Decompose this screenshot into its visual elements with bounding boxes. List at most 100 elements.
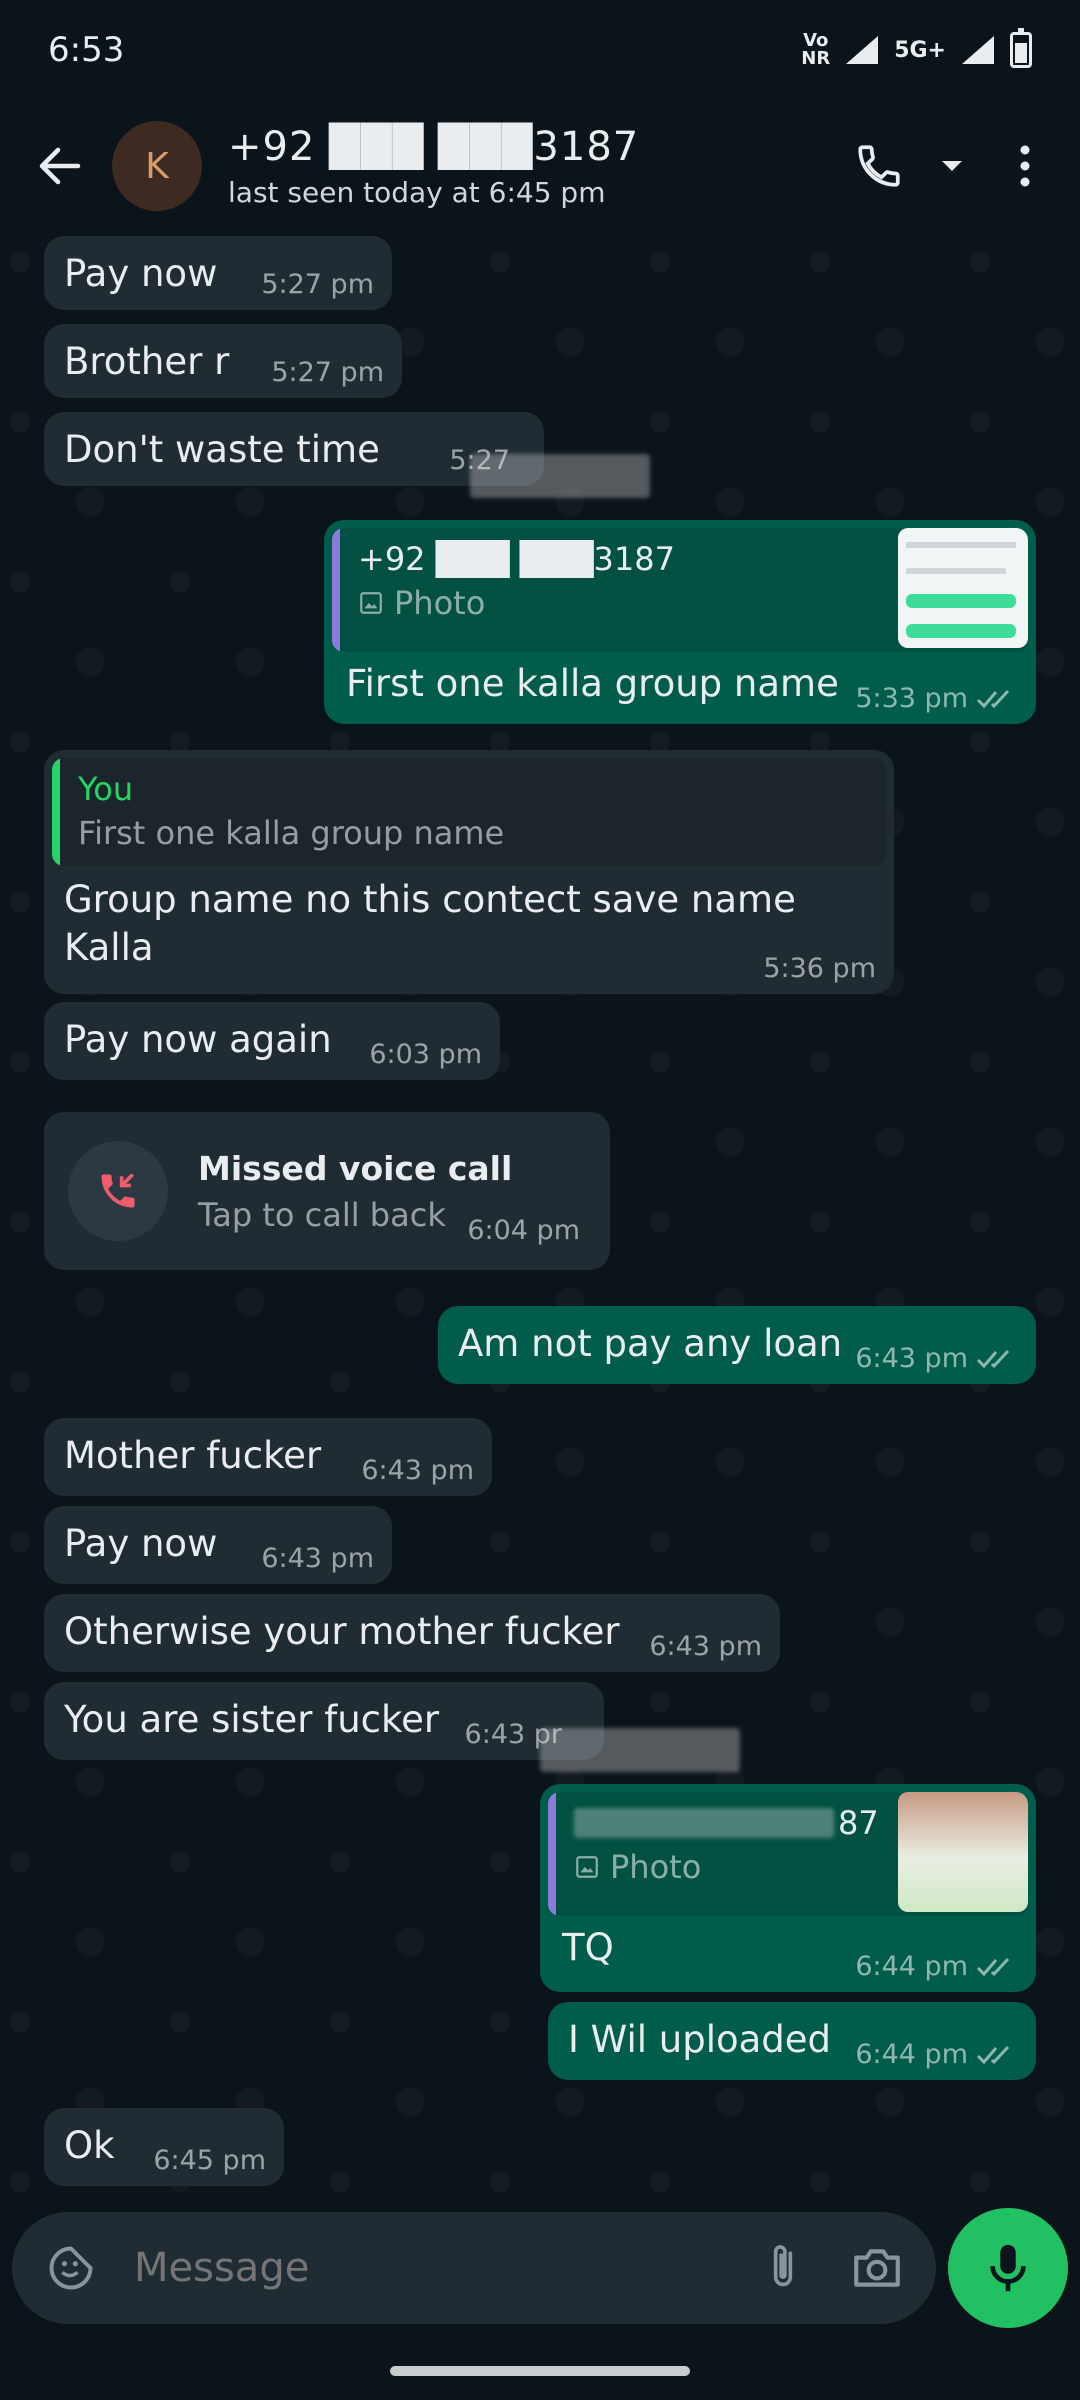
message-incoming[interactable]: Mother fucker 6:43 pm [44,1418,492,1496]
cellular-signal-icon [962,36,994,64]
message-text: Ok [64,2124,115,2167]
message-input-bar [12,2212,936,2324]
message-text: Pay now again [64,1018,332,1061]
redacted-overlay [540,1728,740,1772]
message-time: 6:43 pm [855,1343,1018,1374]
message-incoming[interactable]: Otherwise your mother fucker 6:43 pm [44,1594,780,1672]
quote-sender: 87 [838,1804,879,1842]
message-time-text: 5:33 pm [855,683,968,714]
message-text: Brother r [64,340,230,383]
message-text: I Wil uploaded [568,2018,832,2061]
message-incoming[interactable]: Don't waste time 5:27 [44,412,544,486]
message-incoming[interactable]: You First one kalla group name Group nam… [44,750,894,994]
quote-sender: +92 ███ ███3187 [358,540,675,578]
message-time: 5:36 pm [763,953,876,984]
voice-record-button[interactable] [948,2208,1068,2328]
double-check-icon [976,689,1010,708]
quote-type: Photo [610,1848,702,1886]
message-outgoing[interactable]: I Wil uploaded 6:44 pm [548,2002,1036,2080]
avatar[interactable]: K [112,121,202,211]
message-time-text: 6:44 pm [855,2039,968,2070]
reply-quote[interactable]: You First one kalla group name [52,758,886,866]
message-incoming[interactable]: Ok 6:45 pm [44,2108,284,2186]
message-body: Group name no this contect save name Kal… [52,866,886,982]
missed-call-subtitle: Tap to call back [198,1195,446,1234]
wifi-signal-icon [846,36,879,64]
message-time: 5:27 pm [271,357,384,388]
call-dropdown-button[interactable] [932,131,972,201]
thumb-highlight [906,594,1016,608]
missed-call-content: Missed voice call Tap to call back [44,1112,610,1270]
message-time: 6:43 pm [649,1631,762,1662]
message-text: Pay now [64,252,218,295]
mic-icon [990,2244,1026,2292]
missed-call-title: Missed voice call [198,1148,513,1188]
quote-body: 87 Photo [556,1792,898,1916]
status-bar: 6:53 Vo NR 5G+ [0,0,1080,100]
header-actions [844,131,1060,201]
message-time: 6:04 pm [467,1215,580,1246]
reply-quote[interactable]: 87 Photo [548,1792,1028,1916]
reply-quote[interactable]: +92 ███ ███3187 Photo [332,528,1028,652]
attach-button[interactable] [748,2233,818,2303]
attach-icon [773,2245,793,2287]
quote-bar [52,758,60,866]
message-time: 6:44 pm [855,1951,1018,1982]
message-input[interactable] [134,2245,748,2291]
quote-photo-label: Photo [358,584,880,622]
message-text: Pay now [64,1522,218,1565]
contact-info[interactable]: +92 ███ ███3187 last seen today at 6:45 … [228,124,844,209]
voice-call-button[interactable] [844,131,914,201]
missed-call-icon-wrap [68,1141,168,1241]
quote-text: First one kalla group name [78,814,505,852]
thumb-line [906,568,1006,574]
message-incoming[interactable]: Brother r 5:27 pm [44,324,402,398]
message-outgoing[interactable]: 87 Photo TQ 6:44 pm [540,1784,1036,1992]
message-text: You are sister fucker [64,1698,440,1741]
double-check-icon [976,1957,1010,1976]
quote-body: You First one kalla group name [60,758,886,866]
message-incoming[interactable]: Pay now 6:43 pm [44,1506,392,1584]
emoji-sticker-button[interactable] [36,2233,106,2303]
quote-bar [548,1792,556,1916]
double-check-icon [976,1349,1010,1368]
message-text: Mother fucker [64,1434,322,1477]
message-text: Am not pay any loan [458,1322,843,1365]
message-time: 6:43 pm [361,1455,474,1486]
phone-icon [858,145,900,187]
message-incoming[interactable]: You are sister fucker 6:43 pr [44,1682,604,1760]
volte-indicator: Vo NR [801,32,830,68]
home-indicator[interactable] [390,2366,690,2376]
message-incoming[interactable]: Pay now again 6:03 pm [44,1002,500,1080]
quote-sender-row: 87 [574,1804,880,1842]
quote-bar [332,528,340,652]
redacted-name [574,1808,834,1838]
sticker-icon [49,2246,93,2290]
camera-button[interactable] [842,2233,912,2303]
photo-icon [576,1856,598,1878]
chat-header: K +92 ███ ███3187 last seen today at 6:4… [0,100,1080,232]
message-outgoing[interactable]: Am not pay any loan 6:43 pm [438,1306,1036,1384]
message-time-text: 6:43 pm [855,1343,968,1374]
message-time: 6:45 pm [153,2145,266,2176]
missed-call-icon [101,1173,135,1208]
status-icons: Vo NR 5G+ [801,28,1032,68]
quote-sender: You [78,770,134,808]
message-outgoing[interactable]: +92 ███ ███3187 Photo First one kalla gr… [324,520,1036,724]
message-time: 5:27 pm [261,269,374,300]
missed-call-message[interactable]: Missed voice call Tap to call back 6:04 … [44,1112,610,1270]
photo-thumbnail[interactable] [898,1792,1028,1912]
message-text: TQ [562,1926,614,1969]
chat-area[interactable]: Pay now 5:27 pm Brother r 5:27 pm Don't … [0,232,1080,2200]
message-incoming[interactable]: Pay now 5:27 pm [44,236,392,310]
more-options-button[interactable] [990,131,1060,201]
battery-icon [1010,28,1032,68]
camera-icon [854,2249,900,2287]
back-button[interactable] [20,126,100,206]
cellular-type: 5G+ [894,37,946,63]
photo-icon [360,592,382,614]
back-arrow-icon [39,147,81,185]
message-text: First one kalla group name [346,662,839,705]
thumb-highlight [906,624,1016,638]
photo-thumbnail[interactable] [898,528,1028,648]
